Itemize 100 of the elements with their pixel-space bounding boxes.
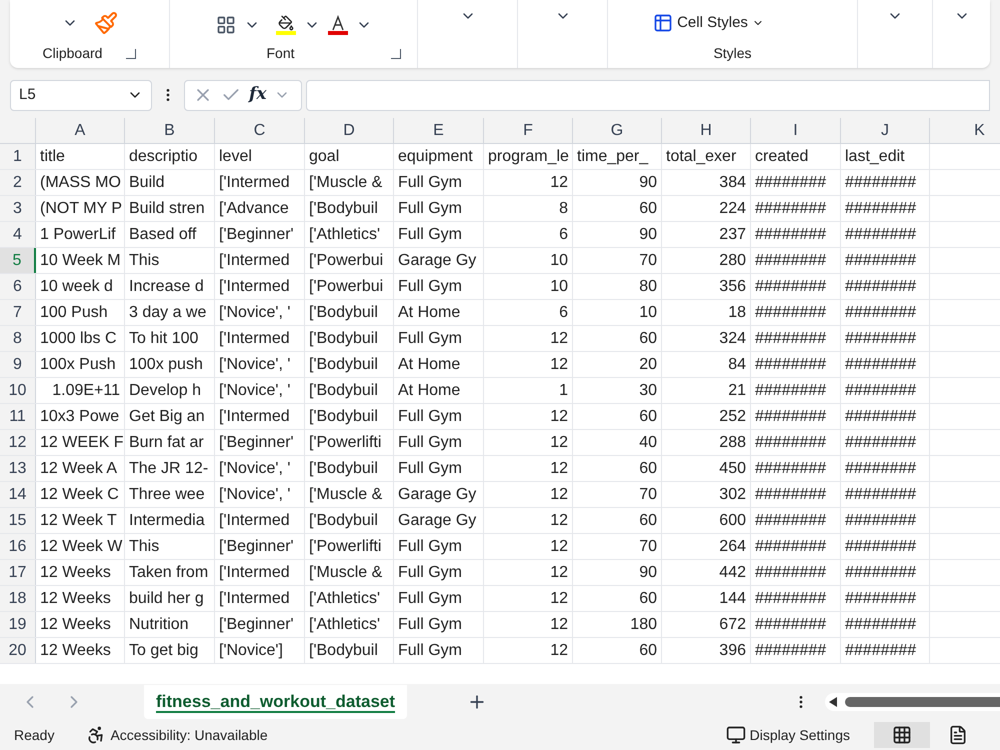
row-header[interactable]: 20	[0, 638, 36, 663]
table-cell-text: ['Novice', '	[219, 354, 290, 374]
table-cell-text: 224	[719, 198, 746, 218]
table-cell-text: 70	[639, 484, 657, 504]
table-cell-text: ['Beginner'	[219, 536, 294, 556]
table-cell-text: 12	[550, 172, 568, 192]
group-label: Clipboard	[42, 44, 102, 63]
row-header[interactable]: 14	[0, 482, 36, 507]
group-label: Font	[266, 44, 294, 63]
table-cell-text: ########	[845, 614, 916, 634]
dialog-launcher-icon[interactable]	[126, 48, 136, 58]
table-cell-text: ['Bodybuil	[309, 406, 378, 426]
table-cell-text: 12	[550, 614, 568, 634]
table-cell-text: Increase d	[129, 276, 204, 296]
fill-color-icon[interactable]	[276, 15, 296, 35]
table-cell-text: ['Intermed	[219, 250, 290, 270]
table-cell-text: At Home	[398, 302, 460, 322]
formula-input[interactable]	[306, 80, 990, 110]
table-cell-text: 12 Week T	[40, 510, 117, 530]
table-cell-text: 70	[639, 250, 657, 270]
table-cell-text: 12	[550, 588, 568, 608]
normal-view-button[interactable]	[874, 722, 930, 748]
display-settings-icon[interactable]	[726, 725, 746, 745]
table-cell-text: ########	[845, 198, 916, 218]
row-header[interactable]: 3	[0, 196, 36, 221]
table-cell-text: ['Advance	[219, 198, 289, 218]
row-header[interactable]: 8	[0, 326, 36, 351]
column-header[interactable]: K	[930, 118, 1000, 143]
table-cell-text: ########	[845, 458, 916, 478]
name-box[interactable]: L5	[10, 80, 152, 110]
status-text: Ready	[14, 726, 54, 745]
row-header[interactable]: 17	[0, 560, 36, 585]
table-style-icon	[653, 13, 674, 34]
table-cell-text: ########	[845, 354, 916, 374]
table-cell-text: Full Gym	[398, 198, 462, 218]
table-cell-text: 100x Push	[40, 354, 116, 374]
row-header[interactable]: 13	[0, 456, 36, 481]
table-cell-text: Full Gym	[398, 562, 462, 582]
table-cell-text: 60	[639, 640, 657, 660]
cell-styles-button[interactable]: Cell Styles	[653, 12, 764, 34]
font-color-icon[interactable]	[328, 15, 348, 35]
row-header[interactable]: 4	[0, 222, 36, 247]
row-header[interactable]: 11	[0, 404, 36, 429]
dialog-launcher-icon[interactable]	[390, 48, 400, 58]
column-header[interactable]: D	[305, 118, 394, 143]
row-header[interactable]: 18	[0, 586, 36, 611]
table-cell-text: ['Powerlifti	[309, 432, 382, 452]
horizontal-scrollbar[interactable]	[825, 693, 1000, 711]
row-header[interactable]: 6	[0, 274, 36, 299]
table-cell-text: 672	[719, 614, 746, 634]
table-cell-text: 90	[639, 224, 657, 244]
table-cell-text: 324	[719, 328, 746, 348]
table-cell-text: ########	[755, 640, 826, 660]
row-header[interactable]: 19	[0, 612, 36, 637]
row-header[interactable]: 9	[0, 352, 36, 377]
table-cell-text: 12	[550, 484, 568, 504]
table-cell-text: 264	[719, 536, 746, 556]
table-cell-text: ['Beginner'	[219, 224, 294, 244]
format-painter-icon[interactable]	[94, 11, 118, 35]
table-cell-text: ########	[755, 354, 826, 374]
column-header[interactable]: H	[662, 118, 751, 143]
table-cell-text: To hit 100	[129, 328, 198, 348]
table-cell-text: ['Muscle &	[309, 172, 382, 192]
table-cell-text: 280	[719, 250, 746, 270]
table-cell-text: 12	[550, 640, 568, 660]
table-cell-text: ['Beginner'	[219, 614, 294, 634]
row-header[interactable]: 16	[0, 534, 36, 559]
column-header[interactable]: A	[36, 118, 125, 143]
sheet-tab[interactable]: fitness_and_workout_dataset	[144, 685, 408, 719]
table-cell-text: 80	[639, 276, 657, 296]
table-cell-text: Full Gym	[398, 328, 462, 348]
row-header[interactable]: 15	[0, 508, 36, 533]
table-cell-text: ['Muscle &	[309, 562, 382, 582]
row-header[interactable]: 5	[0, 248, 36, 273]
table-cell-text: ########	[755, 484, 826, 504]
row-header[interactable]: 2	[0, 170, 36, 195]
table-cell-text: title	[40, 146, 65, 166]
table-cell-text: 442	[719, 562, 746, 582]
table-cell-text: Full Gym	[398, 406, 462, 426]
row-header[interactable]: 1	[0, 144, 36, 169]
column-header[interactable]: G	[573, 118, 662, 143]
table-cell-text: 180	[630, 614, 657, 634]
table-cell-text: 1000 lbs C	[40, 328, 116, 348]
table-cell-text: 396	[719, 640, 746, 660]
table-cell-text: total_exer	[666, 146, 736, 166]
table-cell-text: 600	[719, 510, 746, 530]
column-header[interactable]: E	[394, 118, 484, 143]
column-header[interactable]: C	[215, 118, 305, 143]
insert-function-button[interactable]: fx	[249, 82, 266, 108]
column-header[interactable]: I	[751, 118, 841, 143]
display-settings-button[interactable]: Display Settings	[750, 724, 850, 746]
row-header[interactable]: 12	[0, 430, 36, 455]
scroll-left-icon[interactable]	[829, 697, 837, 707]
accessibility-status[interactable]: Accessibility: Unavailable	[110, 724, 268, 746]
column-header[interactable]: J	[841, 118, 930, 143]
column-header[interactable]: F	[484, 118, 573, 143]
table-cell-text: Full Gym	[398, 458, 462, 478]
row-header[interactable]: 10	[0, 378, 36, 403]
row-header[interactable]: 7	[0, 300, 36, 325]
column-header[interactable]: B	[125, 118, 215, 143]
